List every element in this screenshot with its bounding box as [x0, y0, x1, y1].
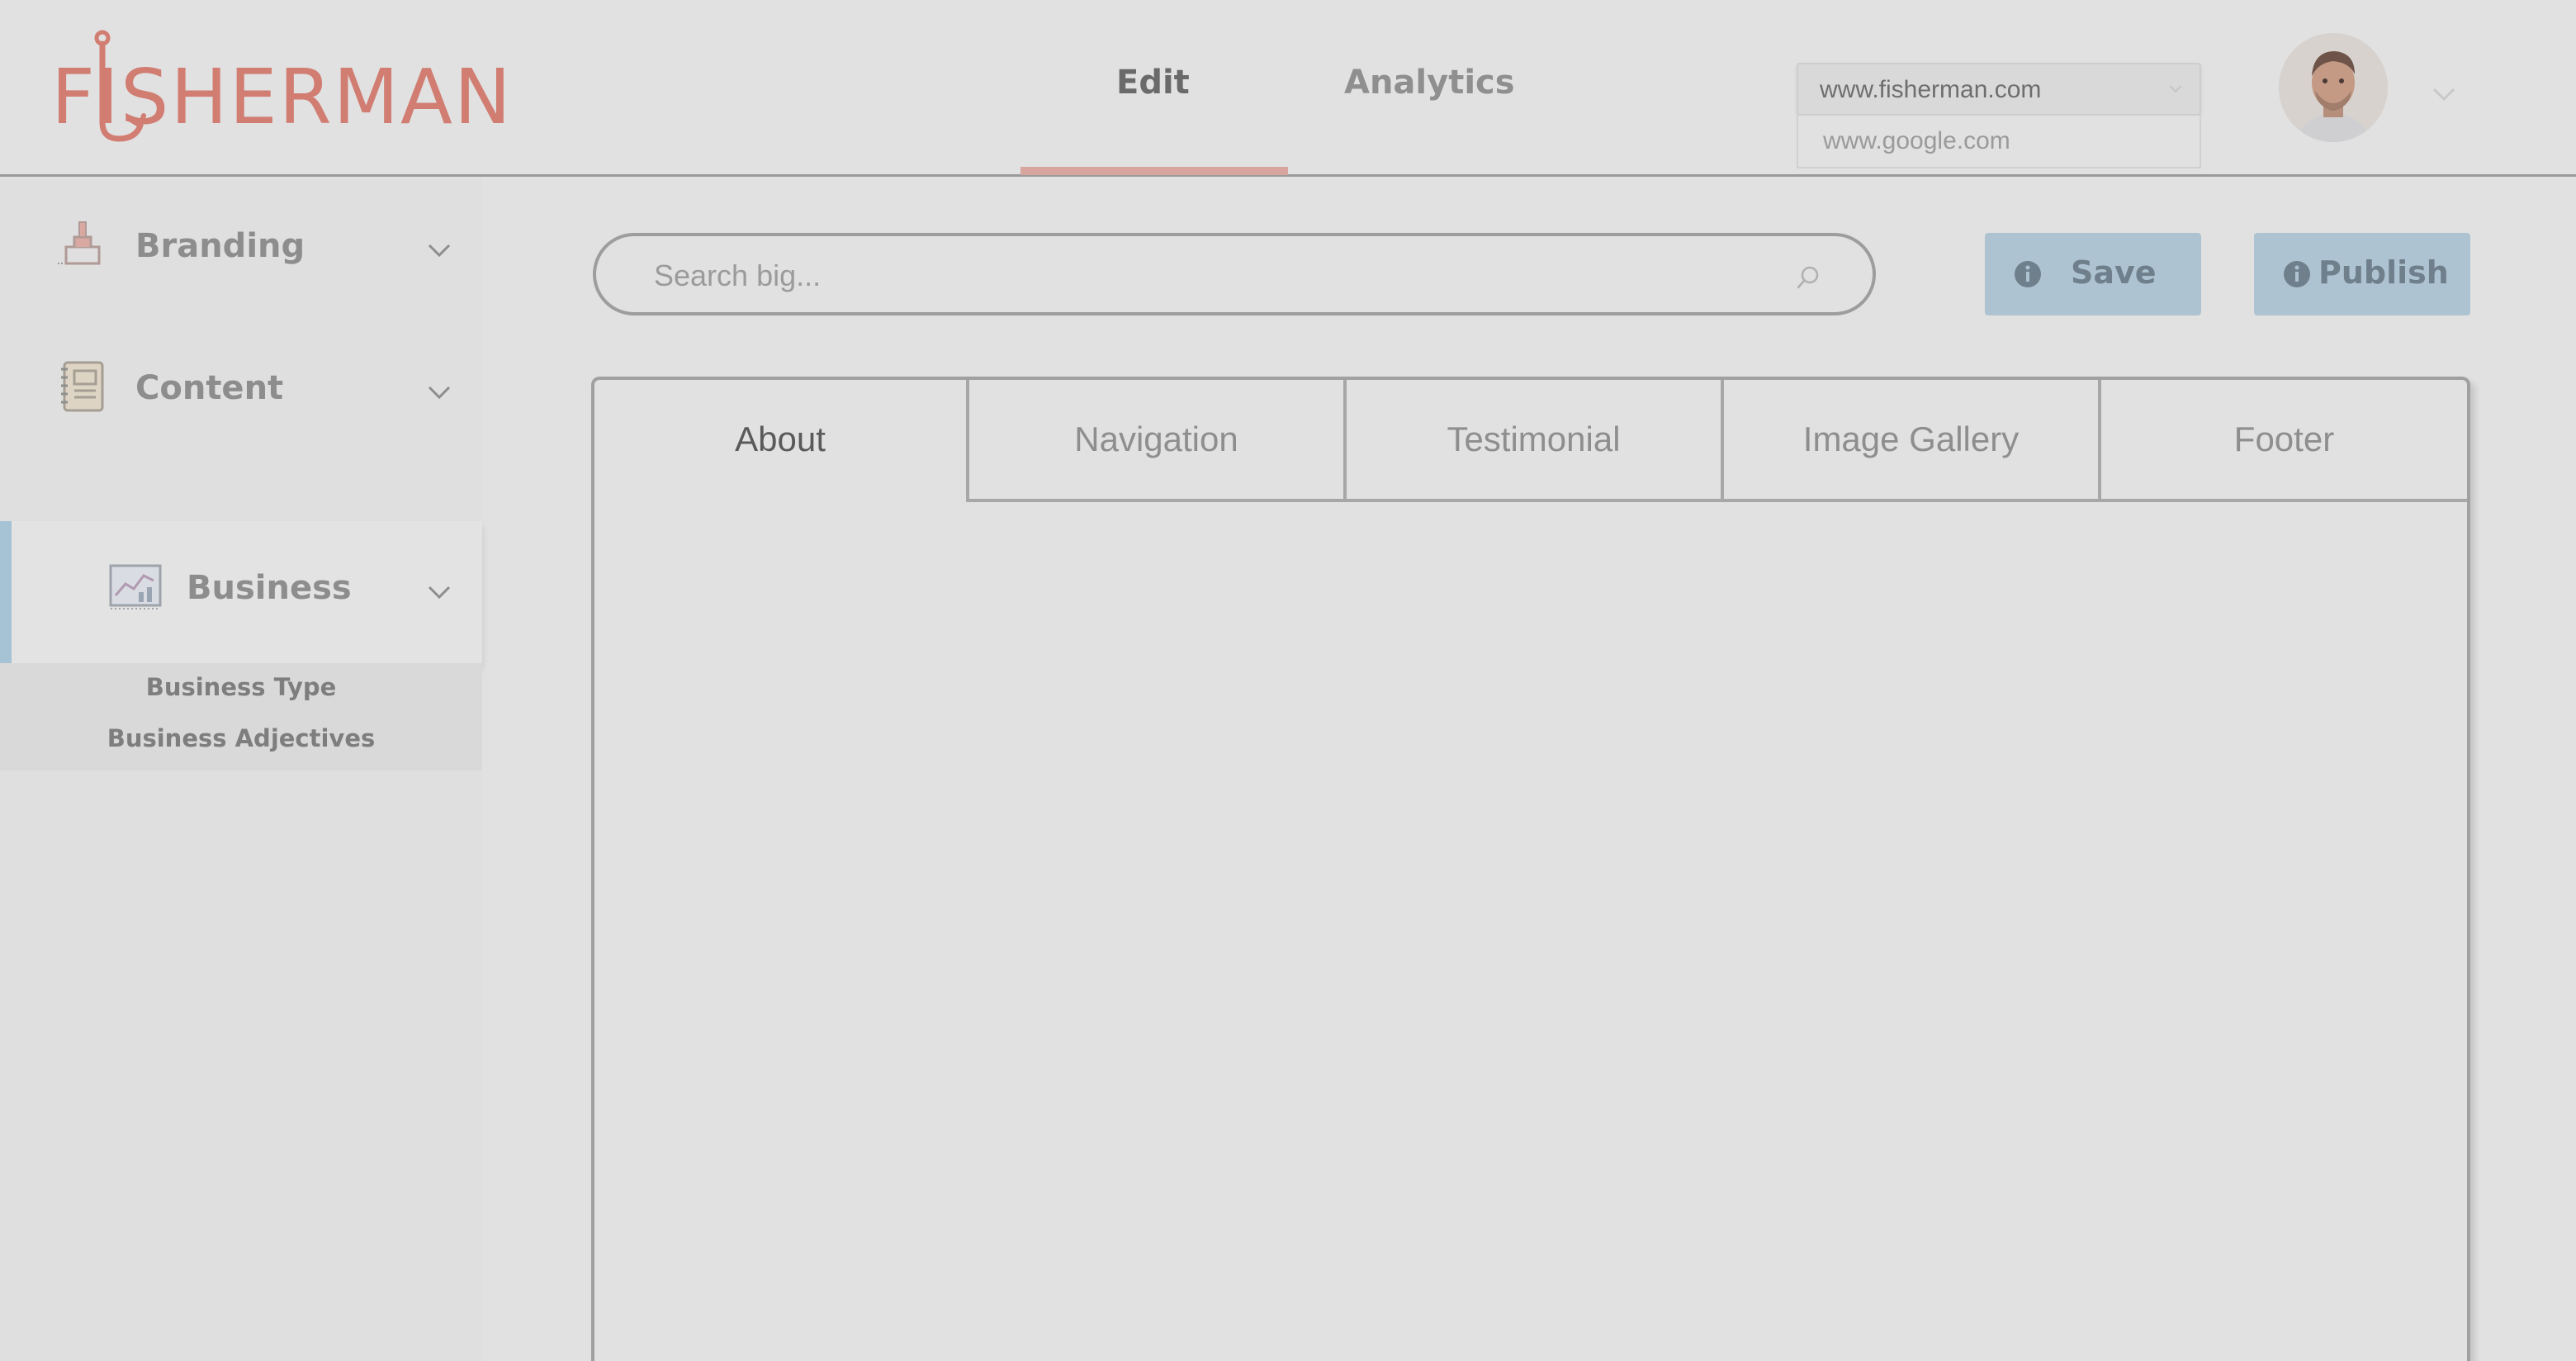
- nav-tab-edit[interactable]: Edit: [1116, 66, 1190, 99]
- content-panel: About Navigation Testimonial Image Galle…: [591, 377, 2470, 1361]
- sidebar-item-label: Business: [187, 569, 352, 607]
- sidebar-item-branding[interactable]: Branding: [0, 179, 482, 321]
- sidebar-item-label: Content: [135, 369, 284, 407]
- chevron-down-icon: [428, 386, 451, 400]
- tab-label: About: [735, 420, 826, 458]
- info-icon: [2284, 261, 2310, 287]
- chevron-down-icon: [428, 244, 451, 258]
- tab-testimonial[interactable]: Testimonial: [1347, 380, 1724, 502]
- site-selector-value: www.fisherman.com: [1820, 76, 2042, 103]
- tab-about[interactable]: About: [594, 380, 969, 502]
- tab-label: Testimonial: [1447, 420, 1621, 458]
- notebook-icon: [61, 361, 104, 412]
- nav-tab-analytics[interactable]: Analytics: [1344, 66, 1515, 99]
- submenu-item-business-type[interactable]: Business Type: [0, 673, 482, 701]
- logo-wordmark: FISHERMAN: [51, 53, 513, 141]
- chevron-down-icon: [2169, 80, 2182, 93]
- save-button[interactable]: Save: [1985, 233, 2201, 315]
- sidebar-item-business[interactable]: Business: [0, 521, 482, 665]
- tab-label: Navigation: [1074, 420, 1238, 458]
- user-portrait-icon: [2279, 33, 2388, 142]
- publish-button[interactable]: Publish: [2254, 233, 2470, 315]
- user-menu-chevron-icon[interactable]: [2429, 79, 2459, 109]
- fisherman-logo[interactable]: FISHERMAN: [46, 30, 511, 145]
- chevron-down-icon: [428, 586, 451, 600]
- tab-footer[interactable]: Footer: [2101, 380, 2467, 502]
- site-selector-dropdown[interactable]: www.fisherman.com: [1797, 63, 2201, 116]
- left-sidebar: Branding Content Business Business Type …: [0, 179, 482, 1361]
- tab-image-gallery[interactable]: Image Gallery: [1724, 380, 2101, 502]
- publish-button-label: Publish: [2318, 254, 2449, 291]
- user-avatar[interactable]: [2279, 33, 2388, 142]
- search-input[interactable]: [654, 256, 1760, 296]
- save-button-label: Save: [2071, 254, 2157, 291]
- search-bar: [593, 233, 1876, 315]
- tab-navigation[interactable]: Navigation: [969, 380, 1347, 502]
- site-option-label: www.google.com: [1823, 127, 2010, 154]
- search-icon[interactable]: [1793, 263, 1823, 292]
- tab-label: Footer: [2233, 420, 2335, 458]
- paint-brush-icon: [58, 221, 101, 265]
- business-submenu: Business Type Business Adjectives: [0, 663, 482, 771]
- active-nav-indicator: [1020, 167, 1288, 175]
- top-header: FISHERMAN Edit Analytics www.fisherman.c…: [0, 0, 2576, 177]
- chart-icon: [109, 564, 162, 609]
- site-option-google[interactable]: www.google.com: [1797, 116, 2201, 168]
- info-icon: [2015, 261, 2041, 287]
- submenu-item-business-adjectives[interactable]: Business Adjectives: [0, 724, 482, 752]
- sidebar-item-content[interactable]: Content: [0, 321, 482, 463]
- tab-label: Image Gallery: [1802, 420, 2020, 458]
- sidebar-item-label: Branding: [135, 227, 305, 265]
